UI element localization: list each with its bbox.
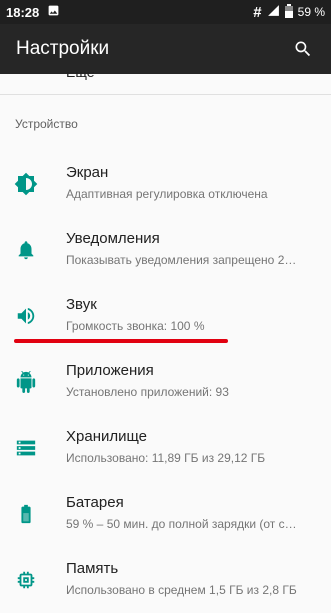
settings-item-battery[interactable]: Батарея 59 % – 50 мин. до полной зарядки…: [0, 481, 331, 547]
item-summary: Громкость звонка: 100 %: [66, 319, 205, 333]
battery-percent: 59 %: [297, 5, 325, 19]
item-summary: Показывать уведомления запрещено 2…: [66, 253, 297, 267]
item-title: Память: [66, 560, 119, 577]
item-summary: 59 % – 50 мин. до полной зарядки (от с…: [66, 517, 297, 531]
settings-item-storage[interactable]: Хранилище Использовано: 11,89 ГБ из 29,1…: [0, 415, 331, 481]
signal-icon: [267, 4, 280, 20]
red-underline-annotation: [14, 339, 228, 343]
item-title: Приложения: [66, 362, 154, 379]
page-title: Настройки: [16, 38, 110, 59]
storage-icon: [14, 436, 38, 460]
bell-icon: [14, 238, 38, 262]
android-icon: [14, 370, 38, 394]
item-summary: Установлено приложений: 93: [66, 385, 229, 399]
settings-item-apps[interactable]: Приложения Установлено приложений: 93: [0, 349, 331, 415]
settings-item-notifications[interactable]: Уведомления Показывать уведомления запре…: [0, 217, 331, 283]
battery-icon: [14, 502, 38, 526]
status-time: 18:28: [6, 4, 40, 20]
item-title: Батарея: [66, 494, 124, 511]
item-summary: Использовано в среднем 1,5 ГБ из 2,8 ГБ: [66, 583, 297, 597]
image-icon: [47, 4, 60, 20]
item-summary: Адаптивная регулировка отключена: [66, 187, 268, 201]
settings-item-display[interactable]: Экран Адаптивная регулировка отключена: [0, 151, 331, 217]
item-title: Уведомления: [66, 230, 160, 247]
memory-icon: [14, 568, 38, 592]
app-bar: Настройки: [0, 24, 331, 74]
item-title: Экран: [66, 164, 109, 181]
divider: [0, 94, 331, 95]
search-icon[interactable]: [291, 37, 315, 61]
battery-status-icon: [284, 3, 293, 21]
volume-icon: [14, 304, 38, 328]
section-header-device: Устройство: [15, 117, 78, 131]
settings-item-memory[interactable]: Память Использовано в среднем 1,5 ГБ из …: [0, 547, 331, 613]
hash-icon: #: [253, 3, 262, 21]
item-summary: Использовано: 11,89 ГБ из 29,12 ГБ: [66, 451, 266, 465]
brightness-icon: [14, 172, 38, 196]
item-title: Звук: [66, 296, 97, 313]
status-bar: 18:28 # 59 %: [0, 0, 331, 24]
item-title: Хранилище: [66, 428, 147, 445]
